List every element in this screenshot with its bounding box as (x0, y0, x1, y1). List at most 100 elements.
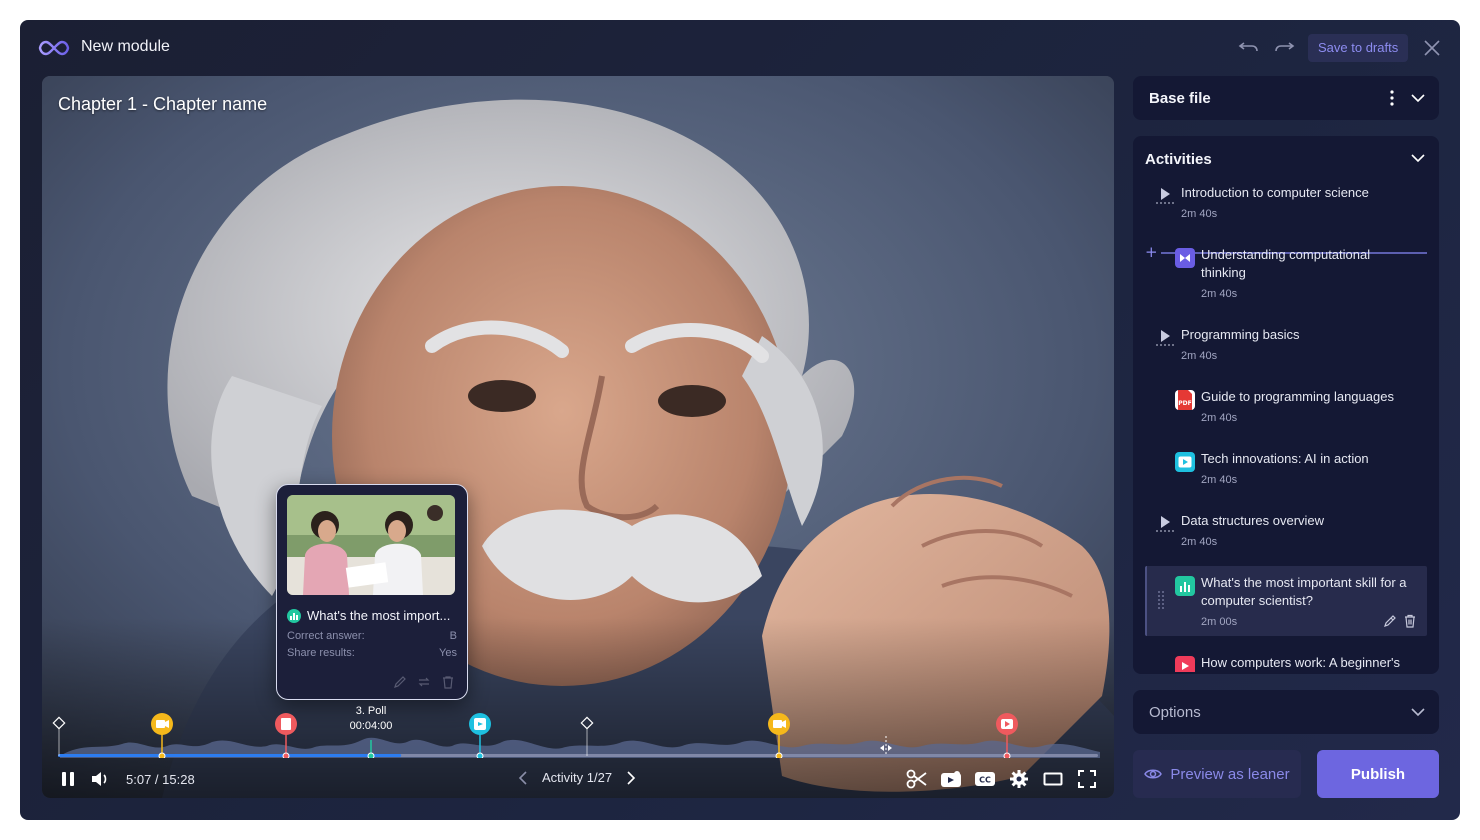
volume-button[interactable] (90, 770, 110, 788)
activity-name: Programming basics (1181, 327, 1300, 342)
close-icon (1424, 40, 1440, 56)
pdf-icon: PDF (1175, 390, 1195, 410)
activity-preview-card[interactable]: What's the most import... Correct answer… (276, 484, 468, 700)
svg-text:PDF: PDF (1178, 400, 1191, 407)
svg-text:CC: CC (979, 776, 991, 785)
activity-counter: Activity 1/27 (542, 770, 613, 785)
timeline[interactable] (42, 712, 1114, 758)
theater-mode-icon (1043, 772, 1063, 786)
activity-duration: 2m 40s (1201, 412, 1238, 424)
trash-icon[interactable] (441, 675, 455, 689)
player-controls: 5:07 / 15:28 Activity 1/27 CC (42, 762, 1114, 796)
poll-icon (1175, 576, 1195, 596)
time-display: 5:07 / 15:28 (126, 772, 195, 787)
activity-duration: 2m 40s (1181, 536, 1218, 548)
list-item[interactable]: Programming basics 2m 40s (1145, 326, 1427, 366)
correct-answer-value: B (449, 630, 457, 642)
activities-list: Introduction to computer science 2m 40s … (1133, 176, 1439, 672)
infinity-logo-icon (38, 40, 70, 56)
scissors-icon (906, 769, 927, 789)
options-title: Options (1149, 704, 1201, 721)
interactive-activity-icon (1175, 248, 1195, 268)
redo-icon (1275, 42, 1295, 52)
drag-handle-icon[interactable] (1157, 590, 1165, 612)
chevron-down-icon[interactable] (1411, 93, 1425, 103)
media-icon (941, 771, 961, 787)
prev-activity-button[interactable] (518, 770, 528, 785)
video-section-icon (1156, 330, 1174, 346)
edit-icon[interactable] (393, 675, 407, 689)
pause-button[interactable] (58, 770, 78, 788)
settings-button[interactable] (1008, 769, 1030, 789)
trash-icon[interactable] (1403, 614, 1417, 628)
trim-button[interactable] (906, 769, 928, 789)
share-results-label: Share results: (287, 647, 355, 659)
poll-icon (287, 608, 301, 623)
chevron-left-icon (518, 770, 527, 785)
save-to-drafts-button[interactable]: Save to drafts (1308, 34, 1409, 62)
fullscreen-button[interactable] (1076, 769, 1098, 789)
list-item[interactable]: How computers work: A beginner's (1145, 654, 1427, 672)
activity-name: How computers work: A beginner's (1201, 655, 1401, 670)
theater-mode-button[interactable] (1042, 769, 1064, 789)
activity-name: What's the most important skill for a co… (1201, 575, 1407, 608)
base-file-panel[interactable]: Base file (1133, 76, 1439, 120)
activity-navigator: Activity 1/27 (518, 770, 636, 785)
preview-label: Preview as leaner (1170, 765, 1290, 783)
next-activity-button[interactable] (626, 770, 636, 785)
list-item-selected[interactable]: What's the most important skill for a co… (1145, 566, 1427, 636)
list-item[interactable]: Data structures overview 2m 40s (1145, 512, 1427, 552)
captions-button[interactable]: CC (974, 769, 996, 789)
publish-button[interactable]: Publish (1317, 750, 1439, 798)
redo-button[interactable] (1272, 36, 1296, 60)
activity-duration: 2m 40s (1181, 350, 1218, 362)
popup-actions (393, 675, 455, 689)
video-section-icon (1156, 516, 1174, 532)
header: New module Save to drafts (20, 20, 1460, 76)
chapter-marker-icon[interactable] (580, 716, 594, 730)
students-thumbnail (287, 495, 455, 595)
activity-duration: 2m 40s (1181, 208, 1218, 220)
list-item[interactable]: Tech innovations: AI in action 2m 40s (1145, 450, 1427, 490)
close-button[interactable] (1420, 36, 1444, 60)
chapter-marker-icon[interactable] (52, 716, 66, 730)
module-title: New module (81, 38, 170, 55)
activities-title: Activities (1145, 151, 1212, 168)
add-media-button[interactable] (940, 769, 962, 789)
video-frame-portrait (42, 76, 1114, 798)
video-player[interactable]: Chapter 1 - Chapter name What's the most (42, 76, 1114, 798)
video-icon (1175, 452, 1195, 472)
timeline-progress (58, 754, 402, 757)
activity-name: Guide to programming languages (1201, 389, 1394, 404)
chevron-right-icon (627, 770, 636, 785)
preview-as-learner-button[interactable]: Preview as leaner (1133, 750, 1301, 798)
gear-icon (1010, 770, 1028, 788)
chevron-down-icon[interactable] (1411, 707, 1425, 717)
chevron-down-icon[interactable] (1411, 153, 1425, 163)
popup-activity-title: What's the most import... (287, 608, 457, 623)
pause-icon (62, 772, 74, 786)
activities-panel: Activities Introduction to computer scie… (1133, 136, 1439, 674)
correct-answer-label: Correct answer: (287, 630, 365, 642)
closed-captions-icon: CC (975, 772, 995, 786)
list-item[interactable]: PDF Guide to programming languages 2m 40… (1145, 388, 1427, 428)
edit-icon[interactable] (1383, 614, 1397, 628)
list-item[interactable]: Understanding computational thinking 2m … (1145, 246, 1427, 306)
share-results-value: Yes (439, 647, 457, 659)
activity-duration: 2m 40s (1201, 474, 1238, 486)
undo-button[interactable] (1237, 36, 1261, 60)
more-options-icon[interactable] (1389, 90, 1395, 106)
options-panel[interactable]: Options (1133, 690, 1439, 734)
video-section-icon (1156, 188, 1174, 204)
activity-name: Tech innovations: AI in action (1201, 451, 1369, 466)
fullscreen-icon (1078, 770, 1096, 788)
list-item[interactable]: Introduction to computer science 2m 40s (1145, 184, 1427, 224)
activity-duration: 2m 40s (1201, 288, 1238, 300)
correct-answer-row: Correct answer: B (287, 630, 457, 642)
volume-icon (92, 772, 107, 786)
replace-icon[interactable] (417, 675, 431, 689)
activity-duration: 2m 00s (1201, 616, 1238, 628)
base-file-title: Base file (1149, 90, 1211, 107)
activity-name: Introduction to computer science (1181, 185, 1369, 200)
app-window: New module Save to drafts Chapter 1 - Ch… (20, 20, 1460, 820)
